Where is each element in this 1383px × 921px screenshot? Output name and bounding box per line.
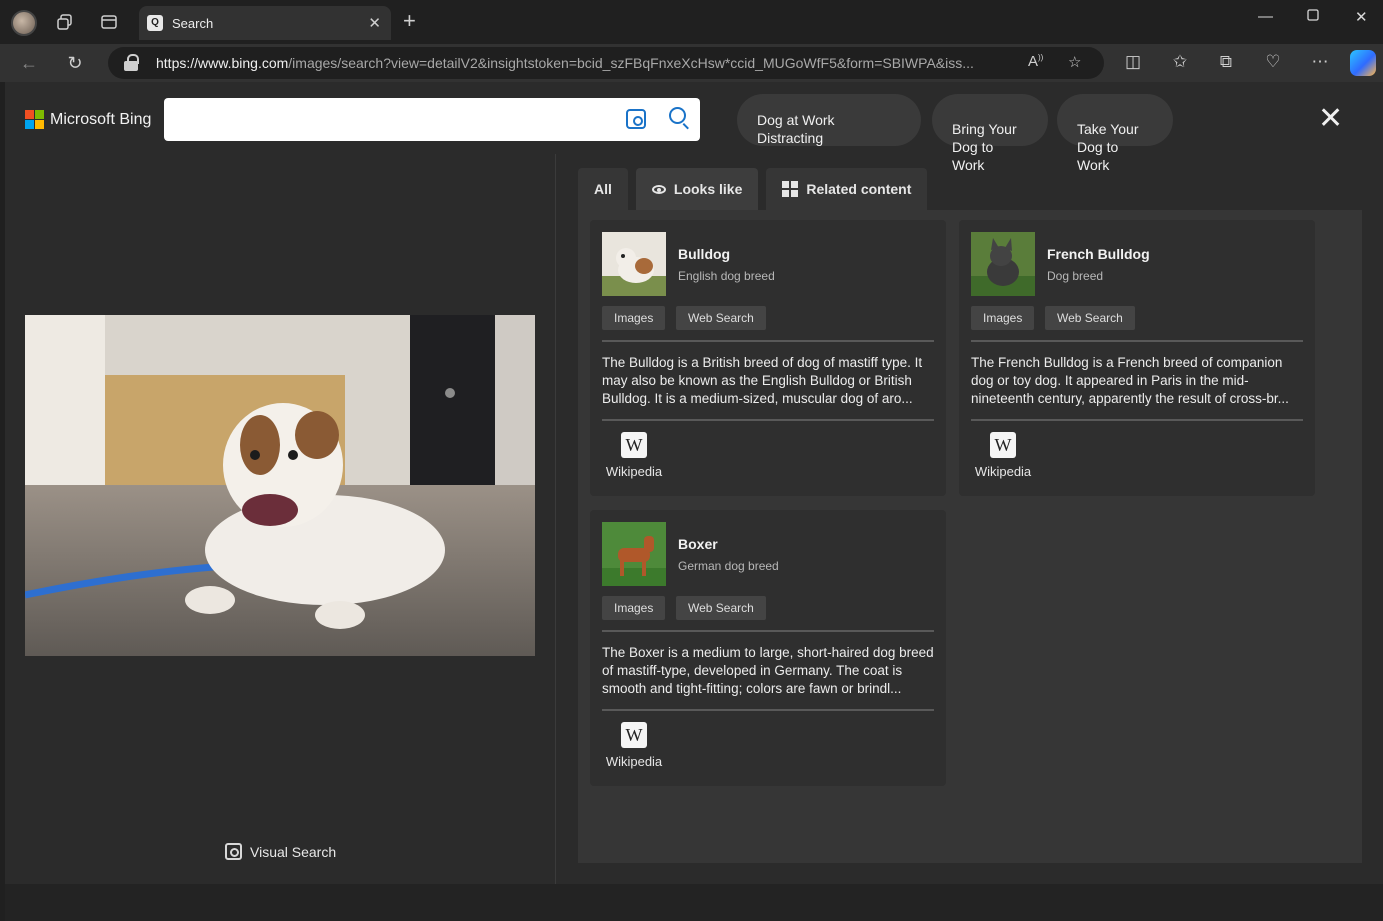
chip-label: Dog at Work Distracting [757, 112, 835, 146]
profile-avatar[interactable] [11, 10, 37, 36]
divider [971, 419, 1303, 421]
visual-search-icon [225, 843, 242, 860]
copilot-icon[interactable] [1350, 50, 1376, 76]
bulldog-thumbnail[interactable] [602, 232, 666, 296]
entity-card-bulldog: Bulldog English dog breed Images Web Sea… [590, 220, 946, 496]
visual-search-button[interactable]: Visual Search [225, 843, 336, 860]
favorite-star-icon[interactable]: ☆ [1068, 53, 1081, 71]
french-bulldog-thumbnail[interactable] [971, 232, 1035, 296]
tab-label: Looks like [673, 181, 743, 197]
tab-all[interactable]: All [578, 168, 628, 210]
related-chip-take-dog[interactable]: Take Your Dog to Work [1057, 94, 1173, 173]
bulldog-photo[interactable] [25, 315, 535, 656]
card-title[interactable]: French Bulldog [1047, 246, 1150, 262]
wikipedia-icon: W [621, 432, 647, 458]
tab-actions-icon[interactable] [97, 10, 121, 34]
search-input[interactable] [176, 108, 606, 130]
web-search-button[interactable]: Web Search [1045, 306, 1135, 330]
browser-titlebar: Q Search ✕ + — ✕ [0, 0, 1383, 44]
browser-toolbar: ← ↻ https://www.bing.com/images/search?v… [0, 44, 1383, 82]
minimize-icon[interactable]: — [1258, 8, 1273, 25]
results-tabs: All Looks like Related content [578, 168, 928, 210]
new-tab-icon[interactable]: + [403, 9, 416, 33]
tab-title: Search [172, 16, 214, 31]
tab-search[interactable]: Q Search ✕ [139, 6, 391, 40]
looks-like-panel: Bulldog English dog breed Images Web Sea… [578, 210, 1362, 863]
lock-icon[interactable] [124, 54, 139, 71]
divider [602, 340, 934, 342]
card-subtitle: German dog breed [678, 559, 779, 573]
source-label: Wikipedia [605, 464, 663, 479]
back-icon[interactable]: ← [16, 50, 42, 76]
web-search-button[interactable]: Web Search [676, 306, 766, 330]
bing-header: Microsoft Bing Dog at Work Distracting B… [5, 82, 1383, 173]
card-description: The Boxer is a medium to large, short-ha… [602, 645, 934, 696]
results-pane: All Looks like Related content Bulldog E… [578, 154, 1362, 864]
divider [602, 419, 934, 421]
favorites-icon[interactable]: ✩ [1169, 52, 1191, 72]
wikipedia-link[interactable]: W Wikipedia [604, 432, 664, 479]
visual-search-label: Visual Search [250, 843, 337, 860]
maximize-icon[interactable] [1306, 8, 1320, 26]
divider [971, 340, 1303, 342]
card-subtitle: Dog breed [1047, 269, 1104, 283]
search-icon[interactable] [669, 107, 686, 124]
search-box [164, 98, 700, 141]
page-bottom-strip [5, 884, 1383, 921]
image-preview-pane: Visual Search [5, 154, 556, 884]
microsoft-logo-icon [25, 110, 44, 129]
source-label: Wikipedia [605, 754, 663, 769]
boxer-thumbnail[interactable] [602, 522, 666, 586]
visual-search-icon[interactable] [626, 109, 646, 129]
images-button[interactable]: Images [602, 596, 666, 620]
wikipedia-link[interactable]: W Wikipedia [973, 432, 1033, 479]
related-chip-distracting[interactable]: Dog at Work Distracting [737, 94, 921, 146]
card-subtitle: English dog breed [678, 269, 775, 283]
collections-icon[interactable]: ⧉ [1215, 52, 1237, 72]
more-options-icon[interactable]: ⋯ [1309, 52, 1331, 72]
wikipedia-icon: W [621, 722, 647, 748]
wikipedia-link[interactable]: W Wikipedia [604, 722, 664, 769]
related-chip-bring-dog[interactable]: Bring Your Dog to Work [932, 94, 1048, 173]
split-screen-icon[interactable]: ◫ [1122, 52, 1144, 72]
entity-card-french-bulldog: French Bulldog Dog breed Images Web Sear… [959, 220, 1315, 496]
bing-logo-text: Microsoft Bing [50, 110, 152, 128]
grid-icon [782, 181, 799, 197]
address-bar[interactable]: https://www.bing.com/images/search?view=… [108, 47, 1104, 79]
card-description: The French Bulldog is a French breed of … [971, 355, 1289, 406]
images-button[interactable]: Images [971, 306, 1035, 330]
read-aloud-icon[interactable]: A)) [1028, 53, 1043, 70]
entity-card-boxer: Boxer German dog breed Images Web Search… [590, 510, 946, 786]
workspaces-icon[interactable] [53, 10, 77, 34]
divider [602, 630, 934, 632]
tab-looks-like[interactable]: Looks like [635, 168, 759, 210]
close-window-icon[interactable]: ✕ [1355, 8, 1368, 26]
bing-favicon-icon: Q [147, 15, 163, 31]
card-description: The Bulldog is a British breed of dog of… [602, 355, 923, 406]
refresh-icon[interactable]: ↻ [62, 50, 88, 76]
tab-related-content[interactable]: Related content [766, 168, 928, 210]
wikipedia-icon: W [990, 432, 1016, 458]
close-detail-icon[interactable]: ✕ [1318, 104, 1343, 134]
close-icon[interactable]: ✕ [368, 14, 381, 32]
images-button[interactable]: Images [602, 306, 666, 330]
tab-label: All [594, 181, 612, 197]
card-title[interactable]: Boxer [678, 536, 718, 552]
url-text[interactable]: https://www.bing.com/images/search?view=… [156, 55, 1016, 71]
bing-logo[interactable]: Microsoft Bing [25, 110, 151, 129]
eye-icon [651, 184, 666, 194]
card-title[interactable]: Bulldog [678, 246, 730, 262]
source-label: Wikipedia [974, 464, 1032, 479]
web-search-button[interactable]: Web Search [676, 596, 766, 620]
bing-images-page: Microsoft Bing Dog at Work Distracting B… [5, 82, 1383, 921]
divider [602, 709, 934, 711]
browser-essentials-icon[interactable]: ♡ [1262, 52, 1284, 72]
tab-label: Related content [806, 181, 912, 197]
